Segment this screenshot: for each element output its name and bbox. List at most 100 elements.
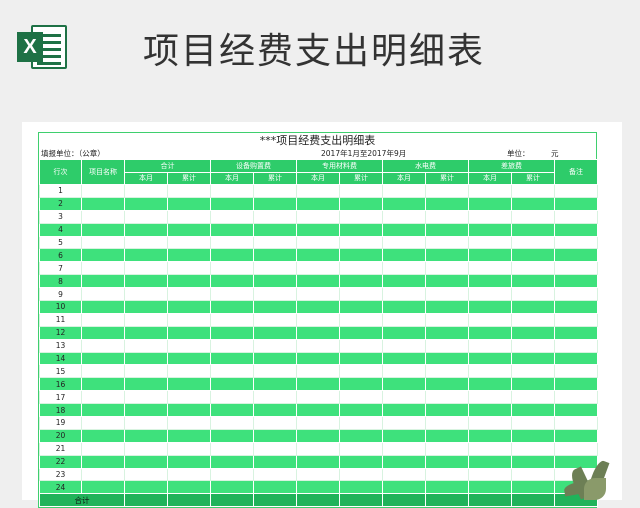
- table-cell[interactable]: [382, 467, 426, 482]
- row-number-cell[interactable]: 5: [39, 235, 82, 250]
- table-cell[interactable]: [511, 480, 555, 495]
- table-cell[interactable]: [339, 403, 383, 418]
- table-cell[interactable]: [210, 184, 254, 198]
- table-cell[interactable]: [382, 184, 426, 198]
- table-cell[interactable]: [339, 261, 383, 276]
- table-cell[interactable]: [382, 196, 426, 211]
- table-cell[interactable]: [210, 196, 254, 211]
- table-cell[interactable]: [382, 300, 426, 314]
- row-number-cell[interactable]: 15: [39, 364, 82, 379]
- table-cell[interactable]: [124, 287, 168, 302]
- table-cell[interactable]: [382, 403, 426, 418]
- table-cell[interactable]: [511, 351, 555, 366]
- table-cell[interactable]: [382, 325, 426, 340]
- table-cell[interactable]: [253, 441, 297, 456]
- table-cell[interactable]: [468, 364, 512, 379]
- table-cell[interactable]: [81, 403, 125, 418]
- table-cell[interactable]: [253, 196, 297, 211]
- table-cell[interactable]: [210, 325, 254, 340]
- table-cell[interactable]: [167, 467, 211, 482]
- row-number-cell[interactable]: 17: [39, 390, 82, 405]
- table-cell[interactable]: [253, 274, 297, 289]
- table-cell[interactable]: [253, 480, 297, 495]
- table-cell[interactable]: [167, 184, 211, 198]
- table-cell[interactable]: [511, 325, 555, 340]
- table-cell[interactable]: [81, 364, 125, 379]
- table-cell[interactable]: [554, 222, 598, 237]
- table-cell[interactable]: [339, 222, 383, 237]
- table-cell[interactable]: [554, 441, 598, 456]
- table-cell[interactable]: [511, 261, 555, 276]
- table-cell[interactable]: [511, 454, 555, 469]
- table-cell[interactable]: [468, 184, 512, 198]
- table-cell[interactable]: [253, 248, 297, 263]
- table-cell[interactable]: [253, 325, 297, 340]
- table-cell[interactable]: [382, 222, 426, 237]
- table-cell[interactable]: [339, 184, 383, 198]
- table-cell[interactable]: [339, 274, 383, 289]
- table-cell[interactable]: [81, 184, 125, 198]
- table-cell[interactable]: [253, 312, 297, 327]
- table-cell[interactable]: [167, 377, 211, 392]
- total-cell[interactable]: [124, 493, 168, 508]
- table-cell[interactable]: [210, 416, 254, 430]
- table-cell[interactable]: [511, 196, 555, 211]
- table-cell[interactable]: [425, 325, 469, 340]
- table-cell[interactable]: [511, 184, 555, 198]
- table-cell[interactable]: [81, 287, 125, 302]
- total-cell[interactable]: [339, 493, 383, 508]
- row-number-cell[interactable]: 3: [39, 209, 82, 224]
- table-cell[interactable]: [124, 377, 168, 392]
- table-cell[interactable]: [296, 454, 340, 469]
- table-cell[interactable]: [253, 300, 297, 314]
- table-cell[interactable]: [425, 390, 469, 405]
- table-cell[interactable]: [511, 312, 555, 327]
- table-cell[interactable]: [81, 222, 125, 237]
- table-cell[interactable]: [554, 390, 598, 405]
- table-cell[interactable]: [339, 338, 383, 353]
- table-cell[interactable]: [468, 312, 512, 327]
- table-cell[interactable]: [253, 467, 297, 482]
- table-cell[interactable]: [124, 441, 168, 456]
- row-number-cell[interactable]: 4: [39, 222, 82, 237]
- table-cell[interactable]: [296, 467, 340, 482]
- table-cell[interactable]: [468, 209, 512, 224]
- table-cell[interactable]: [210, 390, 254, 405]
- table-cell[interactable]: [468, 403, 512, 418]
- table-cell[interactable]: [253, 222, 297, 237]
- table-cell[interactable]: [124, 403, 168, 418]
- table-cell[interactable]: [339, 312, 383, 327]
- total-cell[interactable]: [210, 493, 254, 508]
- table-cell[interactable]: [554, 287, 598, 302]
- table-cell[interactable]: [554, 248, 598, 263]
- table-cell[interactable]: [296, 287, 340, 302]
- table-cell[interactable]: [81, 274, 125, 289]
- table-cell[interactable]: [253, 235, 297, 250]
- table-cell[interactable]: [167, 209, 211, 224]
- table-cell[interactable]: [382, 377, 426, 392]
- table-cell[interactable]: [124, 325, 168, 340]
- row-number-cell[interactable]: 1: [39, 184, 82, 198]
- row-number-cell[interactable]: 24: [39, 480, 82, 495]
- table-cell[interactable]: [339, 377, 383, 392]
- table-cell[interactable]: [339, 390, 383, 405]
- table-cell[interactable]: [124, 209, 168, 224]
- table-cell[interactable]: [210, 248, 254, 263]
- table-cell[interactable]: [382, 261, 426, 276]
- table-cell[interactable]: [425, 416, 469, 430]
- table-cell[interactable]: [81, 196, 125, 211]
- table-cell[interactable]: [253, 184, 297, 198]
- table-cell[interactable]: [81, 390, 125, 405]
- total-cell[interactable]: [296, 493, 340, 508]
- table-cell[interactable]: [339, 454, 383, 469]
- table-cell[interactable]: [382, 287, 426, 302]
- table-cell[interactable]: [339, 235, 383, 250]
- table-cell[interactable]: [511, 390, 555, 405]
- table-cell[interactable]: [468, 428, 512, 443]
- table-cell[interactable]: [210, 480, 254, 495]
- table-cell[interactable]: [339, 416, 383, 430]
- table-cell[interactable]: [425, 403, 469, 418]
- table-cell[interactable]: [339, 248, 383, 263]
- table-cell[interactable]: [511, 235, 555, 250]
- table-cell[interactable]: [167, 274, 211, 289]
